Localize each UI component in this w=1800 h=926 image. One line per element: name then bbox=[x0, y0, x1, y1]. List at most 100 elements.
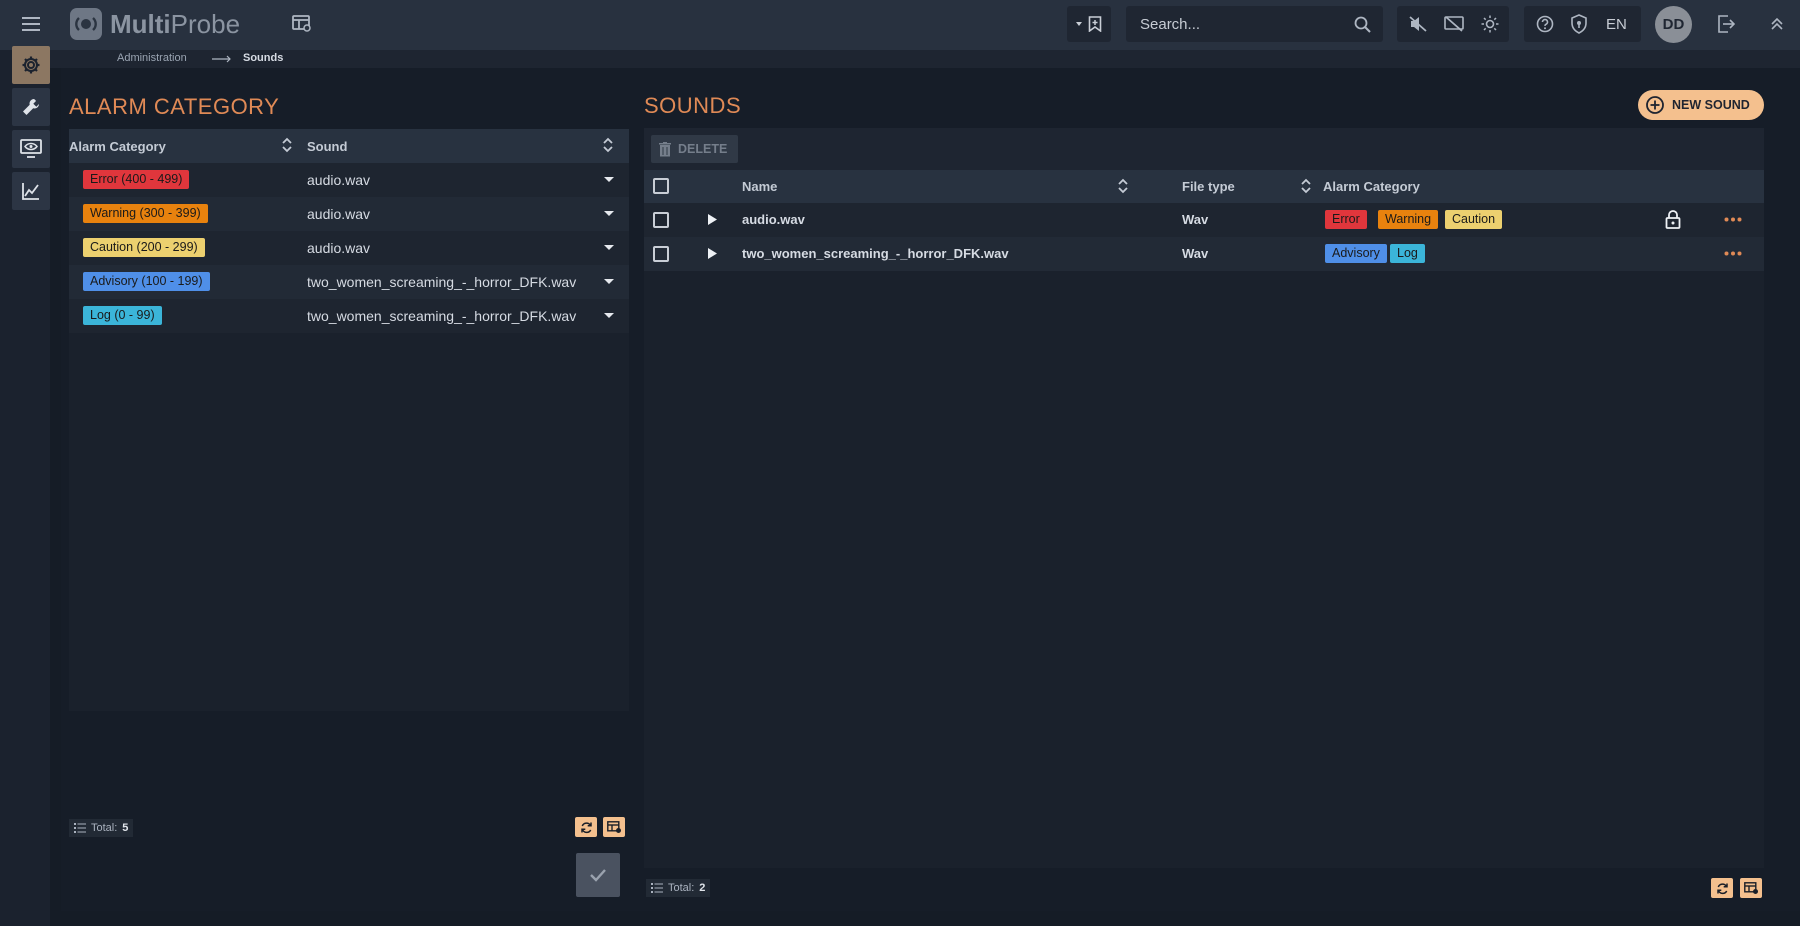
sound-name: two_women_screaming_-_horror_DFK.wav bbox=[742, 246, 1009, 261]
refresh-button[interactable] bbox=[575, 817, 597, 837]
table-settings-icon bbox=[606, 820, 621, 833]
dropdown-caret-icon[interactable] bbox=[604, 211, 614, 216]
category-badge-error: Error (400 - 499) bbox=[83, 170, 190, 189]
top-bar: MultiProbe Search... EN DD bbox=[0, 0, 1800, 50]
save-button[interactable] bbox=[576, 853, 620, 897]
column-name[interactable]: Name bbox=[742, 179, 777, 194]
search-icon[interactable] bbox=[1354, 16, 1371, 33]
bookmark-icon bbox=[1088, 16, 1102, 32]
search-input[interactable]: Search... bbox=[1140, 16, 1200, 33]
nav-tools[interactable] bbox=[12, 88, 50, 126]
sounds-total: Total: 2 bbox=[646, 879, 711, 897]
row-checkbox[interactable] bbox=[653, 212, 669, 228]
table-row[interactable]: Caution (200 - 299) audio.wav bbox=[69, 231, 629, 265]
alarm-category-table: Alarm Category Sound Error (400 - 499) a… bbox=[69, 129, 629, 711]
more-options-icon[interactable] bbox=[1724, 217, 1742, 222]
column-file-type[interactable]: File type bbox=[1182, 179, 1235, 194]
lock-icon bbox=[1665, 210, 1681, 229]
hamburger-menu-icon[interactable] bbox=[20, 14, 42, 34]
sound-select-value[interactable]: audio.wav bbox=[307, 240, 370, 256]
total-label: Total: bbox=[668, 882, 695, 894]
category-badge-caution: Caution (200 - 299) bbox=[83, 238, 205, 257]
app-logo-icon bbox=[70, 8, 102, 40]
new-sound-button[interactable]: NEW SOUND bbox=[1638, 90, 1764, 120]
table-row[interactable]: audio.wav Wav Error Warning Caution bbox=[644, 203, 1764, 237]
tag-error: Error bbox=[1325, 210, 1367, 229]
tag-warning: Warning bbox=[1378, 210, 1439, 229]
list-icon bbox=[651, 883, 663, 893]
sort-icon[interactable] bbox=[281, 136, 293, 154]
monitor-icon bbox=[20, 139, 42, 158]
sounds-toolbar: DELETE bbox=[644, 128, 1764, 170]
sound-select-value[interactable]: audio.wav bbox=[307, 172, 370, 188]
play-icon[interactable] bbox=[707, 213, 718, 226]
collapse-up-icon[interactable] bbox=[1766, 13, 1788, 35]
brightness-icon[interactable] bbox=[1481, 15, 1499, 33]
table-row[interactable]: Error (400 - 499) audio.wav bbox=[69, 163, 629, 197]
table-row[interactable]: Advisory (100 - 199) two_women_screaming… bbox=[69, 265, 629, 299]
screen-off-icon[interactable] bbox=[1444, 16, 1464, 32]
file-type: Wav bbox=[1182, 212, 1209, 227]
breadcrumb: Administration Sounds bbox=[50, 50, 1800, 68]
table-settings-icon bbox=[1743, 881, 1758, 894]
row-checkbox[interactable] bbox=[653, 246, 669, 262]
nav-administration[interactable] bbox=[12, 46, 50, 84]
table-row[interactable]: Warning (300 - 399) audio.wav bbox=[69, 197, 629, 231]
file-type: Wav bbox=[1182, 246, 1209, 261]
table-row[interactable]: Log (0 - 99) two_women_screaming_-_horro… bbox=[69, 299, 629, 333]
table-settings-button[interactable] bbox=[603, 817, 625, 837]
sound-name: audio.wav bbox=[742, 212, 805, 227]
help-group: EN bbox=[1524, 6, 1641, 42]
mute-icon[interactable] bbox=[1409, 16, 1427, 32]
column-alarm-category[interactable]: Alarm Category bbox=[69, 139, 166, 154]
alarm-category-total: Total: 5 bbox=[69, 819, 134, 837]
delete-label: DELETE bbox=[678, 142, 728, 156]
column-alarm-category[interactable]: Alarm Category bbox=[1323, 179, 1420, 194]
logout-icon[interactable] bbox=[1715, 13, 1737, 35]
category-badge-advisory: Advisory (100 - 199) bbox=[83, 272, 210, 291]
delete-button[interactable]: DELETE bbox=[651, 135, 738, 163]
nav-reports[interactable] bbox=[12, 172, 50, 210]
table-row[interactable]: two_women_screaming_-_horror_DFK.wav Wav… bbox=[644, 237, 1764, 271]
breadcrumb-parent[interactable]: Administration bbox=[117, 52, 187, 64]
bookmarks-dropdown[interactable] bbox=[1067, 6, 1111, 42]
sort-icon[interactable] bbox=[1300, 177, 1312, 195]
category-badge-log: Log (0 - 99) bbox=[83, 306, 162, 325]
arrow-right-icon bbox=[212, 55, 231, 63]
search-box[interactable]: Search... bbox=[1126, 6, 1383, 42]
dropdown-caret-icon[interactable] bbox=[604, 177, 614, 182]
new-sound-label: NEW SOUND bbox=[1672, 98, 1750, 112]
dashboard-settings-icon[interactable] bbox=[290, 12, 314, 36]
sound-select-value[interactable]: audio.wav bbox=[307, 206, 370, 222]
total-value: 5 bbox=[122, 822, 129, 834]
main-content: ALARM CATEGORY Alarm Category Sound Erro… bbox=[61, 68, 1800, 911]
tag-advisory: Advisory bbox=[1325, 244, 1387, 263]
nav-monitoring[interactable] bbox=[12, 130, 50, 168]
dropdown-caret-icon[interactable] bbox=[604, 279, 614, 284]
table-header: Name File type Alarm Category bbox=[644, 170, 1764, 203]
gear-icon bbox=[22, 56, 40, 74]
select-all-checkbox[interactable] bbox=[653, 178, 669, 194]
play-icon[interactable] bbox=[707, 247, 718, 260]
sort-icon[interactable] bbox=[1117, 177, 1129, 195]
table-settings-button[interactable] bbox=[1740, 878, 1762, 898]
caret-down-icon bbox=[1076, 22, 1082, 26]
refresh-icon bbox=[580, 821, 592, 833]
sort-icon[interactable] bbox=[602, 136, 614, 154]
more-options-icon[interactable] bbox=[1724, 251, 1742, 256]
checkmark-icon bbox=[590, 869, 606, 882]
language-selector[interactable]: EN bbox=[1606, 16, 1627, 33]
refresh-button[interactable] bbox=[1711, 878, 1733, 898]
sound-select-value[interactable]: two_women_screaming_-_horror_DFK.wav bbox=[307, 308, 576, 324]
security-shield-icon[interactable] bbox=[1570, 14, 1588, 34]
sounds-title: SOUNDS bbox=[644, 93, 742, 118]
dropdown-caret-icon[interactable] bbox=[604, 245, 614, 250]
sound-select-value[interactable]: two_women_screaming_-_horror_DFK.wav bbox=[307, 274, 576, 290]
total-value: 2 bbox=[699, 882, 706, 894]
column-sound[interactable]: Sound bbox=[307, 139, 347, 154]
list-icon bbox=[74, 823, 86, 833]
help-icon[interactable] bbox=[1536, 15, 1554, 33]
tag-caution: Caution bbox=[1445, 210, 1503, 229]
dropdown-caret-icon[interactable] bbox=[604, 313, 614, 318]
user-avatar[interactable]: DD bbox=[1655, 6, 1692, 43]
